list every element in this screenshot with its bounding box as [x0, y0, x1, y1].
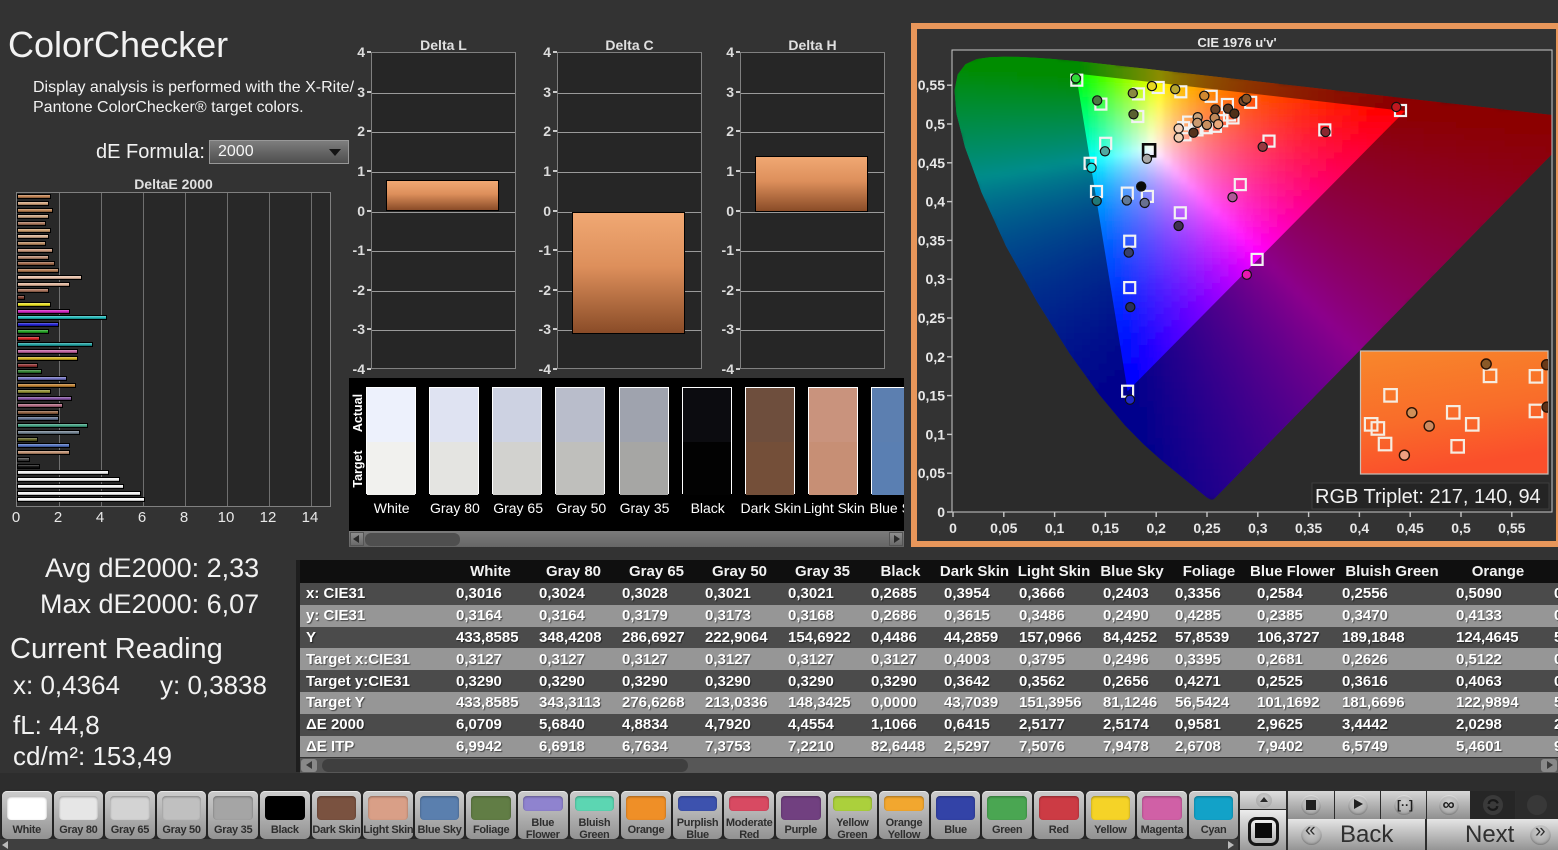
- svg-text:0,05: 0,05: [918, 465, 945, 481]
- svg-text:0,45: 0,45: [918, 155, 945, 171]
- svg-text:CIE 1976 u'v': CIE 1976 u'v': [1197, 35, 1276, 50]
- svg-text:0,3: 0,3: [1248, 520, 1268, 536]
- svg-text:RGB Triplet: 217, 140, 94: RGB Triplet: 217, 140, 94: [1315, 486, 1541, 508]
- svg-text:0,2: 0,2: [1146, 520, 1166, 536]
- svg-text:0,5: 0,5: [926, 116, 946, 132]
- svg-text:0,55: 0,55: [1498, 520, 1525, 536]
- svg-text:0,35: 0,35: [1295, 520, 1322, 536]
- svg-text:0,15: 0,15: [1092, 520, 1119, 536]
- svg-text:0,25: 0,25: [918, 310, 945, 326]
- svg-text:0,5: 0,5: [1451, 520, 1471, 536]
- svg-text:0,05: 0,05: [990, 520, 1017, 536]
- svg-text:0: 0: [937, 504, 945, 520]
- svg-text:0,45: 0,45: [1397, 520, 1424, 536]
- svg-text:0,1: 0,1: [926, 426, 946, 442]
- svg-text:0,4: 0,4: [926, 194, 946, 210]
- svg-text:0,2: 0,2: [926, 349, 946, 365]
- svg-text:0,1: 0,1: [1045, 520, 1065, 536]
- svg-text:0,15: 0,15: [918, 388, 945, 404]
- svg-text:0: 0: [949, 520, 957, 536]
- svg-text:0,4: 0,4: [1350, 520, 1370, 536]
- svg-text:0,55: 0,55: [918, 77, 945, 93]
- svg-text:0,25: 0,25: [1193, 520, 1220, 536]
- svg-text:0,35: 0,35: [918, 232, 945, 248]
- svg-text:0,3: 0,3: [926, 271, 946, 287]
